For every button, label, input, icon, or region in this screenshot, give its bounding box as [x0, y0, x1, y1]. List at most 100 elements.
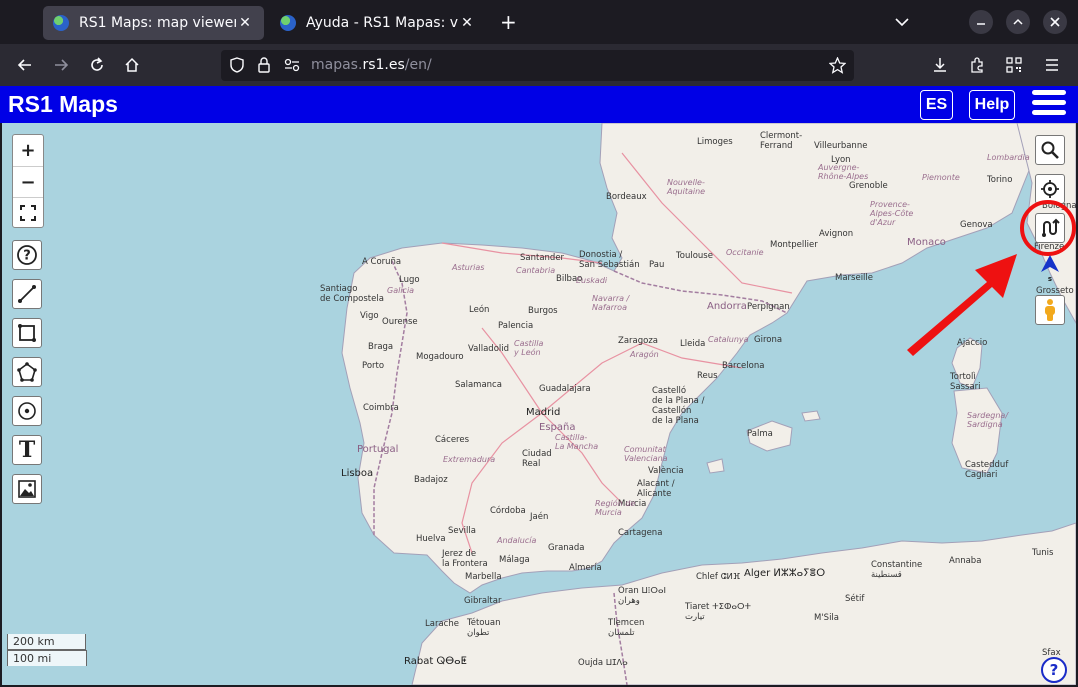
region-label: Comunitat Valenciana: [624, 445, 668, 463]
city-label: Tiaret ⵜⵉⵀⴰⵔⵜ تيارت: [685, 602, 752, 622]
city-label: Cartagena: [618, 528, 663, 538]
region-label: Occitanie: [726, 248, 764, 257]
text-tool-button[interactable]: T: [12, 435, 42, 465]
image-tool-button[interactable]: [12, 474, 42, 504]
region-label: Piemonte: [922, 173, 960, 182]
browser-window: RS1 Maps: map viewer ✕ Ayuda - RS1 Mapas…: [0, 0, 1078, 687]
city-label: Palma: [747, 429, 773, 439]
map-canvas[interactable]: Portugal España Andorra Monaco Madrid Li…: [2, 123, 1076, 685]
svg-text:?: ?: [23, 249, 31, 264]
city-label: Zaragoza: [618, 336, 659, 346]
qr-code-icon[interactable]: [1004, 55, 1024, 75]
scale-bar: 200 km 100 mi: [7, 634, 87, 666]
back-icon[interactable]: [15, 55, 35, 75]
city-label: León: [469, 305, 490, 315]
city-label: Ciudad Real: [522, 449, 552, 469]
tab-rs1-maps[interactable]: RS1 Maps: map viewer ✕: [43, 6, 264, 40]
close-tab-icon[interactable]: ✕: [458, 15, 476, 31]
app-menu-icon[interactable]: [1042, 55, 1062, 75]
region-label: Nouvelle- Aquitaine: [667, 178, 706, 196]
city-label: Tunis: [1032, 548, 1054, 558]
city-label: Huelva: [416, 534, 446, 544]
fullscreen-button[interactable]: [13, 198, 43, 228]
city-label: Bordeaux: [606, 192, 647, 202]
home-icon[interactable]: [122, 55, 142, 75]
zoom-control-group: + −: [12, 134, 44, 228]
search-button[interactable]: [1035, 135, 1065, 165]
city-label: Larache: [425, 619, 459, 629]
close-tab-icon[interactable]: ✕: [236, 15, 254, 31]
search-icon: [1041, 141, 1059, 159]
zoom-out-button[interactable]: −: [13, 167, 43, 197]
chevron-down-icon[interactable]: [894, 14, 910, 30]
city-label: Almería: [569, 563, 602, 573]
city-label: Córdoba: [490, 506, 526, 516]
capital-label: Alger ⵍⵣⵣⴰⵢⴻⵔ: [744, 568, 826, 579]
region-label: Provence- Alpes-Côte d'Azur: [870, 200, 914, 227]
permissions-icon[interactable]: [284, 58, 300, 72]
region-label: Galicia: [387, 286, 415, 295]
reload-icon[interactable]: [87, 55, 107, 75]
street-view-button[interactable]: [1035, 295, 1065, 325]
region-label: Sardegna/Sardigna: [967, 411, 1009, 429]
city-label: Torino: [987, 175, 1013, 185]
svg-text:s: s: [1048, 275, 1052, 282]
line-tool-icon: [18, 285, 36, 303]
region-label: Euskadi: [576, 276, 608, 285]
city-label: Limoges: [697, 137, 733, 147]
maximize-button[interactable]: [1006, 10, 1030, 34]
circle-tool-icon: [18, 402, 36, 420]
shield-icon[interactable]: [229, 57, 245, 73]
region-label: Auvergne- Rhône-Alpes: [818, 163, 869, 181]
close-window-button[interactable]: [1043, 10, 1067, 34]
help-button[interactable]: Help: [969, 90, 1015, 120]
land-menorca: [801, 410, 821, 422]
country-label: Andorra: [707, 301, 747, 312]
help-fab-button[interactable]: ?: [1041, 657, 1067, 683]
land-ibiza: [706, 458, 725, 474]
fullscreen-icon: [20, 205, 36, 221]
draw-polygon-button[interactable]: [12, 357, 42, 387]
city-label: Annaba: [949, 556, 982, 566]
region-label: Lombardia: [987, 153, 1030, 162]
tab-title: RS1 Maps: map viewer: [79, 15, 236, 31]
city-label: Castedduf Cagliari: [965, 460, 1009, 480]
region-label: Catalunya: [708, 335, 749, 344]
city-label: Sevilla: [448, 526, 476, 536]
lock-icon[interactable]: [257, 57, 271, 73]
city-label: Sétif: [845, 594, 865, 604]
language-button[interactable]: ES: [920, 90, 953, 120]
bookmark-star-icon[interactable]: [829, 57, 846, 74]
region-label: Castilla- La Mancha: [555, 433, 599, 451]
zoom-in-button[interactable]: +: [13, 135, 43, 165]
draw-rectangle-button[interactable]: [12, 318, 42, 348]
draw-line-button[interactable]: [12, 279, 42, 309]
city-label: Málaga: [499, 555, 530, 565]
capital-label: Madrid: [526, 407, 561, 418]
region-label: Asturias: [452, 263, 485, 272]
city-label: Genova: [960, 220, 993, 230]
capital-label: Rabat ⵕⴱⴰⵟ: [404, 656, 467, 667]
city-label: Oujda ⵡⵊⴷⴰ: [578, 658, 628, 668]
region-label: Andalucía: [497, 536, 537, 545]
new-tab-button[interactable]: +: [500, 12, 517, 32]
map-help-button[interactable]: ?: [12, 240, 42, 270]
url-bar[interactable]: mapas.rs1.es/en/: [221, 50, 854, 81]
forward-icon[interactable]: [51, 55, 71, 75]
draw-circle-button[interactable]: [12, 396, 42, 426]
city-label: Mogadouro: [416, 352, 464, 362]
hamburger-menu-icon[interactable]: [1032, 90, 1066, 118]
crosshair-icon: [1041, 180, 1059, 198]
compass-button[interactable]: s: [1035, 252, 1065, 282]
tab-ayuda[interactable]: Ayuda - RS1 Mapas: visualiz ✕: [270, 6, 486, 40]
city-label: Marseille: [835, 273, 874, 283]
city-label: Villeurbanne: [814, 141, 868, 151]
city-label: Castelló de la Plana / Castellón de la Plan…: [652, 386, 705, 426]
city-label: Marbella: [465, 572, 502, 582]
city-label: Girona: [754, 335, 783, 345]
city-label: Barcelona: [722, 361, 765, 371]
download-icon[interactable]: [930, 55, 950, 75]
extensions-icon[interactable]: [967, 55, 987, 75]
minimize-button[interactable]: [969, 10, 993, 34]
pegman-icon: [1045, 299, 1055, 321]
